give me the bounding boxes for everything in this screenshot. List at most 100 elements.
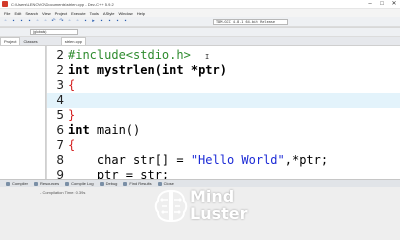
logo-text-luster: Luster [190,204,248,223]
maximize-button[interactable]: □ [376,0,388,9]
tab-compile-log[interactable]: Compile Log [65,181,94,186]
brain-icon [154,189,188,223]
tab-resources[interactable]: Resources [34,181,59,186]
close-button[interactable]: ✕ [388,0,400,9]
open-folder-icon[interactable]: ▪ [10,18,17,25]
tab-project[interactable]: Project [0,37,21,45]
code-line[interactable]: 2 #include<stdio.h> [47,48,400,63]
tab-debug[interactable]: Debug [99,181,117,186]
menu-execute[interactable]: Execute [71,11,85,16]
compile-icon[interactable]: ▪ [82,18,89,25]
rebuild-icon[interactable]: ▪ [106,18,113,25]
code-line[interactable]: 2 int mystrlen(int *ptr) [47,63,400,78]
profile-icon[interactable]: ▪ [122,18,129,25]
minimize-button[interactable]: – [364,0,376,9]
run-icon[interactable]: ▸ [90,18,97,25]
save-icon[interactable]: ▪ [18,18,25,25]
code-token: "Hello World" [190,153,285,167]
code-line[interactable]: 7{ [47,138,400,153]
menu-search[interactable]: Search [25,11,38,16]
menu-project[interactable]: Project [55,11,67,16]
code-token: *ptr) [190,63,227,77]
logo-text-mind: Mind [190,187,235,206]
code-line[interactable]: 4 [47,93,400,108]
menu-file[interactable]: File [4,11,10,16]
file-tab[interactable]: strlen.cpp [60,37,87,45]
code-line[interactable]: 5} [47,108,400,123]
line-number: 5 [56,108,64,122]
code-token: int [68,63,97,77]
print-icon[interactable]: ▫ [42,18,49,25]
code-line[interactable]: 6 int main() [47,123,400,138]
tab-classes[interactable]: Classes [20,38,40,45]
code-token: #include<stdio.h> [68,48,191,62]
resources-icon [34,181,39,186]
code-text: int mystrlen(int *ptr) [68,63,227,78]
tabs-row: Project Classes strlen.cpp [0,37,400,46]
secondary-toolbar: (globals) [0,28,400,37]
mindluster-logo: Mind Luster [152,186,262,226]
line-number: 3 [56,78,64,92]
menu-tools[interactable]: Tools [90,11,99,16]
code-token: str[] = [133,153,191,167]
code-text: } [68,108,75,123]
line-number: 6 [56,123,64,137]
code-token: int [68,123,97,137]
compile-log-icon [65,181,70,186]
menu-window[interactable]: Window [118,11,132,16]
line-number: 7 [56,138,64,152]
mouse-cursor-icon: I [205,53,210,61]
window-controls: – □ ✕ [364,0,400,9]
compile-run-icon[interactable]: ▪ [98,18,105,25]
code-editor[interactable]: 2 #include<stdio.h> 2 int mystrlen(int *ptr… [47,46,400,179]
line-number: 2 [56,48,64,62]
debug-icon[interactable]: ▪ [114,18,121,25]
line-number: 8 [56,153,64,167]
redo-icon[interactable]: ↷ [58,18,65,25]
code-token: } [68,108,76,122]
code-token: ,*ptr; [284,153,329,167]
menu-astyle[interactable]: AStyle [103,11,115,16]
code-line[interactable]: 9 ptr = str; [47,168,400,179]
tab-compiler[interactable]: Compiler [6,181,28,186]
find-results-icon [123,181,128,186]
code-line[interactable]: 3{ [47,78,400,93]
globals-select[interactable]: (globals) [30,29,78,35]
menu-view[interactable]: View [42,11,51,16]
code-token: { [68,78,76,92]
line-number: 4 [56,93,64,107]
code-token: { [68,138,76,152]
line-number: 2 [56,63,64,77]
menu-help[interactable]: Help [137,11,145,16]
code-text: { [68,138,75,153]
menu-edit[interactable]: Edit [14,11,21,16]
line-number: 9 [56,168,64,179]
code-token: char [68,153,134,167]
new-file-icon[interactable]: ▫ [2,18,9,25]
close-file-icon[interactable]: ▫ [34,18,41,25]
code-token: ptr = str; [68,168,170,179]
close-tab-icon [157,181,162,186]
code-token: mystrlen( [96,63,162,77]
code-text: int main() [68,123,140,138]
replace-icon[interactable]: ▫ [74,18,81,25]
compiler-select[interactable]: TDM-GCC 4.8.1 64-bit Release [213,19,288,25]
code-token: main() [96,123,141,137]
code-line[interactable]: 8 char str[] = "Hello World",*ptr; [47,153,400,168]
code-text: #include<stdio.h> [68,48,191,63]
main-toolbar: ▫ ▪ ▪ ▪ ▫ ▫ ↶ ↷ ▫ ▫ ▪ ▸ ▪ ▪ ▪ ▪ TDM-GCC … [0,17,400,27]
window-title: C:\Users\LENOVO\Documents\strlen.cpp - D… [11,1,114,7]
find-icon[interactable]: ▫ [66,18,73,25]
debug-tab-icon [99,181,104,186]
app-icon [2,1,8,7]
title-bar: C:\Users\LENOVO\Documents\strlen.cpp - D… [0,0,400,9]
tab-find-results[interactable]: Find Results [123,181,152,186]
code-token: int [161,63,191,77]
compile-output: - Compilation Time: 0.39s [40,190,86,195]
project-panel [0,46,46,179]
code-text: ptr = str; [68,168,169,179]
save-all-icon[interactable]: ▪ [26,18,33,25]
undo-icon[interactable]: ↶ [50,18,57,25]
menu-bar: File Edit Search View Project Execute To… [0,9,400,17]
code-text: { [68,78,75,93]
